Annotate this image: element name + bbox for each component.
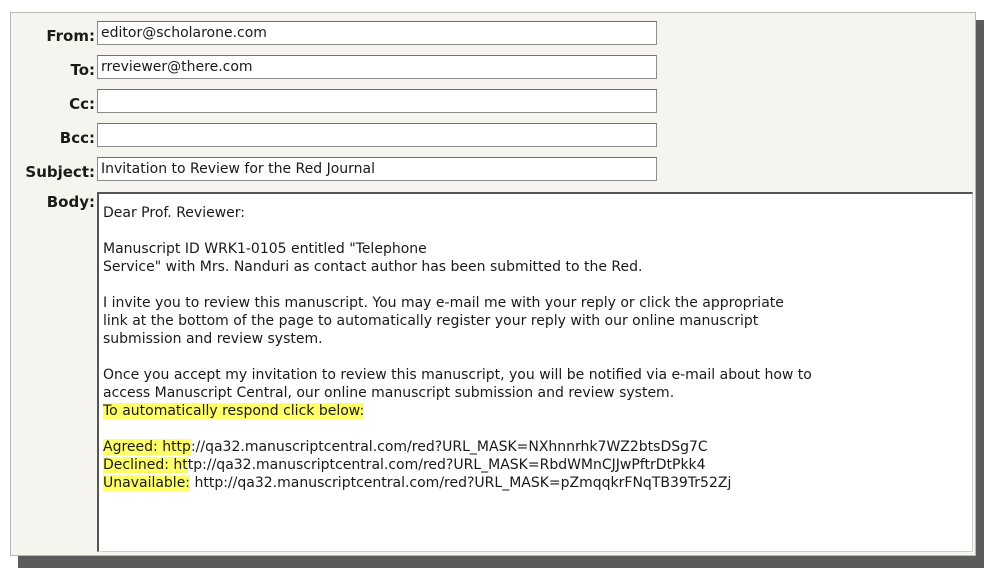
from-label: From: [46, 27, 95, 45]
respond-instruction-line: To automatically respond click below: [103, 402, 968, 420]
invite-line-1: I invite you to review this manuscript. … [103, 295, 784, 311]
subject-label: Subject: [25, 163, 95, 181]
invite-paragraph: I invite you to review this manuscript. … [103, 294, 968, 348]
declined-label: Declined: ht [103, 457, 188, 473]
respond-instruction: To automatically respond click below: [103, 403, 365, 419]
response-links: Agreed: http://qa32.manuscriptcentral.co… [103, 438, 968, 492]
manuscript-line-1: Manuscript ID WRK1-0105 entitled "Teleph… [103, 241, 427, 257]
agreed-label: Agreed: http [103, 439, 191, 455]
greeting-line: Dear Prof. Reviewer: [103, 205, 245, 221]
agreed-url: ://qa32.manuscriptcentral.com/red?URL_MA… [190, 439, 708, 455]
unavailable-url: http://qa32.manuscriptcentral.com/red?UR… [190, 475, 732, 491]
declined-link[interactable]: Declined: http://qa32.manuscriptcentral.… [103, 456, 968, 474]
to-field[interactable]: rreviewer@there.com [97, 55, 657, 79]
body-textarea[interactable]: Dear Prof. Reviewer: Manuscript ID WRK1-… [97, 192, 973, 552]
manuscript-paragraph: Manuscript ID WRK1-0105 entitled "Teleph… [103, 240, 968, 276]
agreed-link[interactable]: Agreed: http://qa32.manuscriptcentral.co… [103, 438, 968, 456]
bcc-label: Bcc: [59, 129, 95, 147]
to-label: To: [70, 61, 95, 79]
invite-line-2: link at the bottom of the page to automa… [103, 313, 759, 329]
subject-field[interactable]: Invitation to Review for the Red Journal [97, 157, 657, 181]
body-label: Body: [46, 193, 95, 211]
greeting: Dear Prof. Reviewer: [103, 204, 968, 222]
manuscript-line-2: Service" with Mrs. Nanduri as contact au… [103, 259, 643, 275]
email-compose-panel: From: editor@scholarone.com To: rreviewe… [10, 12, 976, 556]
accept-line-2: access Manuscript Central, our online ma… [103, 385, 675, 401]
cc-label: Cc: [69, 95, 95, 113]
declined-url: tp://qa32.manuscriptcentral.com/red?URL_… [187, 457, 706, 473]
unavailable-link[interactable]: Unavailable: http://qa32.manuscriptcentr… [103, 474, 968, 492]
accept-line-1: Once you accept my invitation to review … [103, 367, 812, 383]
unavailable-label: Unavailable: [103, 475, 191, 491]
invite-line-3: submission and review system. [103, 331, 323, 347]
cc-field[interactable] [97, 89, 657, 113]
accept-paragraph: Once you accept my invitation to review … [103, 366, 968, 420]
from-field[interactable]: editor@scholarone.com [97, 21, 657, 45]
bcc-field[interactable] [97, 123, 657, 147]
